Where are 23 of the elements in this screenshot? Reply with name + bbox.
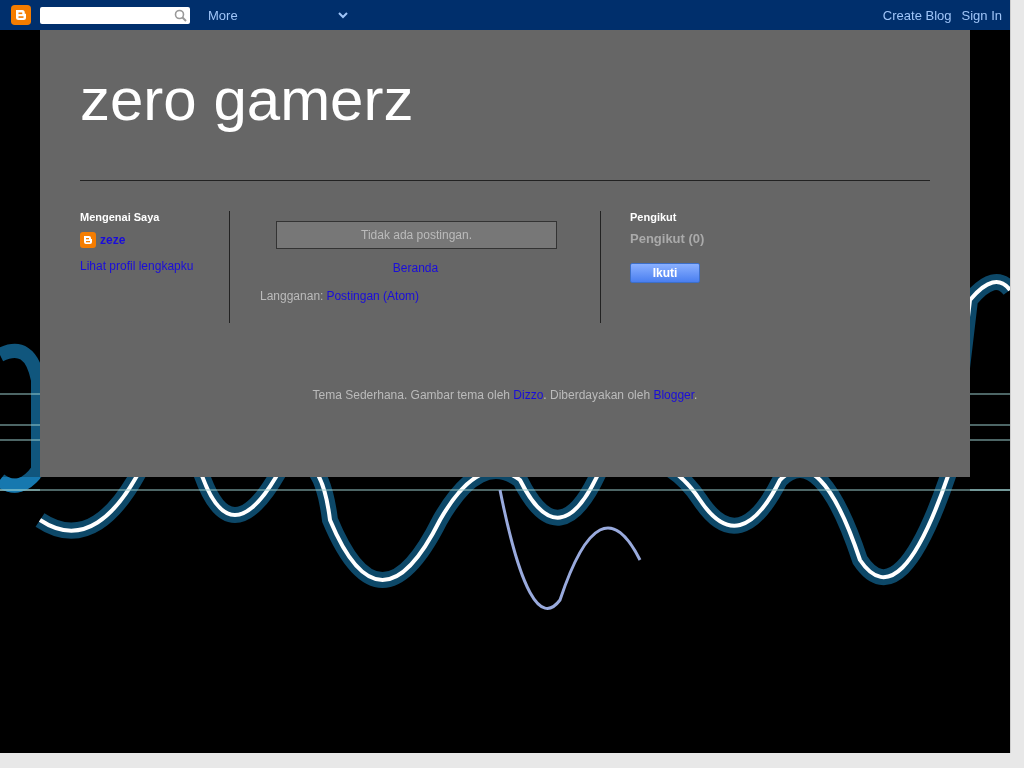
footer-link[interactable]: Blogger xyxy=(653,388,695,402)
subscribe-label: Langganan: xyxy=(260,289,324,303)
more-menu[interactable]: More xyxy=(208,7,238,23)
search-field[interactable] xyxy=(40,6,190,24)
navbar-link[interactable]: Create Blog xyxy=(882,7,952,23)
blogger-profile-icon xyxy=(80,232,96,248)
widget-heading: Pengikut xyxy=(630,211,678,223)
navbar-link[interactable]: Sign In xyxy=(961,7,1002,23)
search-icon xyxy=(174,8,187,22)
profile-name-link[interactable]: zeze xyxy=(100,233,126,247)
follower-count: Pengikut (0) xyxy=(630,231,706,246)
atom-feed-link[interactable]: Postingan (Atom) xyxy=(326,289,420,303)
blogger-logo-icon xyxy=(11,5,31,25)
home-link[interactable]: Beranda xyxy=(392,261,439,275)
follow-button[interactable]: Ikuti xyxy=(630,263,700,283)
no-posts-message: Tidak ada postingan. xyxy=(276,221,557,249)
widget-heading: Mengenai Saya xyxy=(80,211,161,223)
chevron-down-icon[interactable] xyxy=(338,11,348,19)
horizontal-scrollbar[interactable] xyxy=(0,753,1024,768)
footer-attribution: Tema Sederhana. Gambar tema oleh Dizzo. Diberdayakan oleh Blogger. xyxy=(311,388,699,402)
blog-title: zero gamerz xyxy=(80,65,415,135)
vertical-scrollbar[interactable] xyxy=(1010,0,1024,753)
full-profile-link[interactable]: Lihat profil lengkapku xyxy=(80,259,194,273)
